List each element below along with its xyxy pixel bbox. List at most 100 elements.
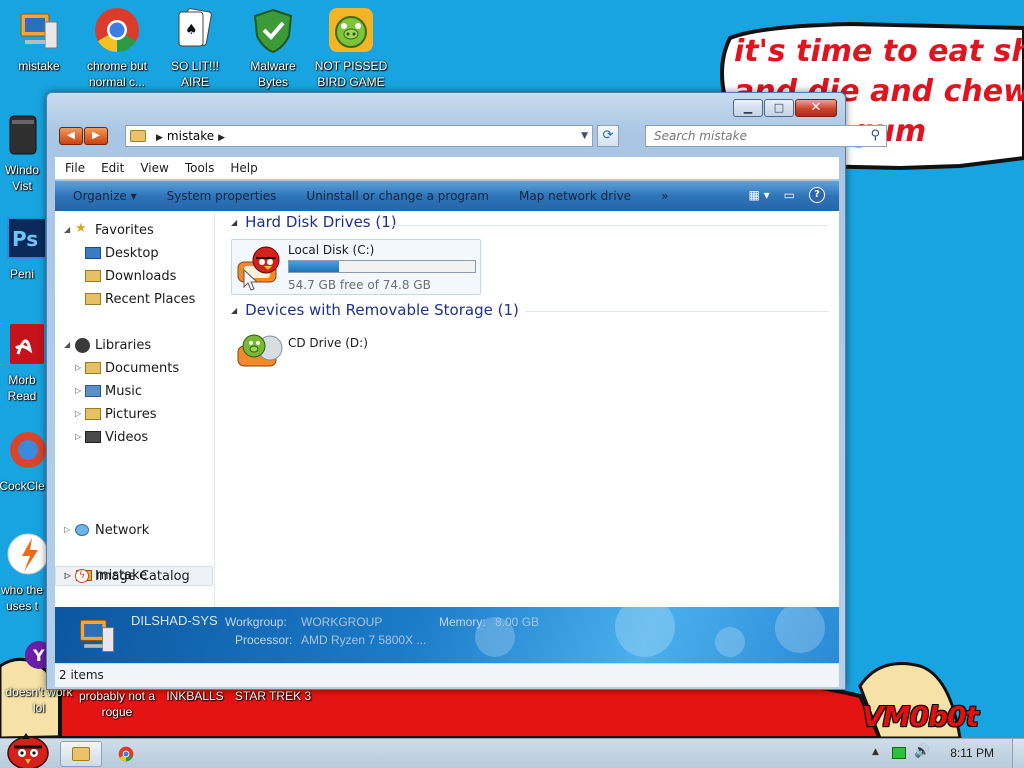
- breadcrumb-arrow-icon[interactable]: ▶: [156, 133, 163, 143]
- address-bar[interactable]: ▶ mistake ▶ ▼: [125, 125, 593, 147]
- expand-icon[interactable]: ▷: [75, 409, 81, 418]
- collapse-icon[interactable]: ◢: [231, 306, 237, 315]
- nav-favorites[interactable]: ◢ ★ Favorites: [55, 221, 213, 241]
- collapse-icon[interactable]: ◢: [64, 225, 70, 234]
- search-icon[interactable]: ⚲: [870, 128, 880, 143]
- search-box[interactable]: ⚲: [645, 125, 887, 147]
- system-properties-button[interactable]: System properties: [167, 189, 277, 203]
- refresh-icon: ⟳: [602, 128, 614, 143]
- taskbar-explorer-button[interactable]: [60, 741, 102, 767]
- organize-button[interactable]: Organize ▾: [73, 189, 137, 203]
- address-dropdown-icon[interactable]: ▼: [581, 131, 588, 141]
- tray-expand-icon[interactable]: ▲: [872, 747, 879, 757]
- nav-pictures[interactable]: ▷ Pictures: [55, 405, 213, 425]
- breadcrumb-arrow-icon[interactable]: ▶: [218, 133, 225, 143]
- uninstall-program-button[interactable]: Uninstall or change a program: [306, 189, 489, 203]
- desktop-icon-malwarebytes[interactable]: Malware Bytes: [234, 6, 312, 90]
- collapse-icon[interactable]: ◢: [231, 218, 237, 227]
- nav-image-catalog[interactable]: ▷ ϟ Image Catalog: [55, 567, 213, 587]
- memory-label: Memory:: [439, 615, 486, 629]
- videos-icon: [85, 431, 101, 443]
- caption-buttons: ▁ □ ✕: [733, 99, 837, 117]
- desktop-icon-pig-game[interactable]: NOT PISSED BIRD GAME: [312, 6, 390, 90]
- folder-icon: [72, 747, 90, 761]
- expand-icon[interactable]: ▷: [75, 386, 81, 395]
- nav-recent-places[interactable]: Recent Places: [55, 290, 213, 310]
- desktop-icon-rogue[interactable]: probably not a rogue: [78, 688, 156, 720]
- back-button[interactable]: ◀: [59, 127, 83, 145]
- start-button-icon[interactable]: [4, 731, 52, 768]
- status-bar: 2 items: [55, 663, 839, 687]
- more-commands-button[interactable]: »: [661, 189, 668, 203]
- content-pane: ◢ Hard Disk Drives (1) Local Disk (C:) 54…: [217, 211, 839, 607]
- group-header-removable[interactable]: ◢ Devices with Removable Storage (1): [231, 301, 519, 323]
- desktop-icon-reader[interactable]: Morb Read: [0, 320, 50, 404]
- desktop-icon-label: Malware Bytes: [250, 59, 296, 89]
- volume-icon[interactable]: 🔊: [914, 744, 930, 759]
- item-count: 2 items: [59, 668, 104, 682]
- pictures-icon: [85, 408, 101, 420]
- desktop-icon-photoshop[interactable]: Ps Peni: [0, 214, 50, 282]
- drive-name: CD Drive (D:): [288, 336, 368, 350]
- nav-music[interactable]: ▷ Music: [55, 382, 213, 402]
- network-icon: [75, 524, 89, 536]
- green-pig-icon: [327, 6, 375, 54]
- forward-button[interactable]: ▶: [84, 127, 108, 145]
- desktop-icon-chrome[interactable]: chrome but normal c...: [78, 6, 156, 90]
- desktop-icon-windows-vista[interactable]: Windo Vist: [0, 110, 50, 194]
- mouse-pointer-icon: [243, 269, 259, 291]
- drive-cd-d[interactable]: CD Drive (D:): [231, 325, 481, 373]
- map-network-drive-button[interactable]: Map network drive: [519, 189, 631, 203]
- search-input[interactable]: [654, 127, 864, 145]
- taskbar-chrome-button[interactable]: [106, 741, 148, 767]
- computer-icon: [80, 619, 114, 652]
- close-button[interactable]: ✕: [795, 99, 837, 117]
- maximize-button[interactable]: □: [764, 99, 794, 117]
- change-view-icon[interactable]: ▦ ▾: [748, 188, 769, 202]
- desktop-icon-inkballs[interactable]: INKBALLS: [156, 688, 234, 704]
- desktop-icon-solitaire[interactable]: ♠ SO LIT!!! AIRE: [156, 6, 234, 90]
- desktop-icon-flash[interactable]: who the uses t: [0, 530, 50, 614]
- collapse-icon[interactable]: ◢: [64, 340, 70, 349]
- photoshop-icon: Ps: [0, 214, 47, 262]
- help-icon[interactable]: ?: [809, 187, 825, 203]
- menu-file[interactable]: File: [65, 161, 85, 175]
- menu-bar: File Edit View Tools Help: [55, 157, 839, 179]
- nav-libraries[interactable]: ◢ Libraries: [55, 336, 213, 356]
- expand-icon[interactable]: ▷: [75, 363, 81, 372]
- minimize-button[interactable]: ▁: [733, 99, 763, 117]
- desktop-icon-label: Peni: [9, 267, 35, 281]
- nav-network[interactable]: ▷ Network: [55, 521, 213, 541]
- menu-tools[interactable]: Tools: [185, 161, 215, 175]
- nav-downloads[interactable]: Downloads: [55, 267, 213, 287]
- expand-icon[interactable]: ▷: [64, 525, 70, 534]
- menu-help[interactable]: Help: [230, 161, 257, 175]
- network-status-icon[interactable]: [892, 747, 906, 759]
- expand-icon[interactable]: ▷: [75, 432, 81, 441]
- details-pane: DILSHAD-SYS Workgroup: WORKGROUP Memory:…: [55, 607, 839, 663]
- desktop-icon-mistake[interactable]: mistake: [0, 6, 78, 74]
- desktop-icon-ccleaner[interactable]: CockCle: [0, 426, 50, 494]
- documents-icon: [85, 362, 101, 374]
- show-desktop-button[interactable]: [1012, 739, 1024, 768]
- recent-places-icon: [85, 293, 101, 305]
- nav-videos[interactable]: ▷ Videos: [55, 428, 213, 448]
- menu-view[interactable]: View: [140, 161, 168, 175]
- preview-pane-icon[interactable]: ▭: [784, 188, 795, 202]
- menu-edit[interactable]: Edit: [101, 161, 124, 175]
- refresh-button[interactable]: ⟳: [597, 125, 619, 147]
- downloads-folder-icon: [85, 270, 101, 282]
- desktop-icon-label: Windo Vist: [4, 163, 39, 193]
- nav-desktop[interactable]: Desktop: [55, 244, 213, 264]
- nav-documents[interactable]: ▷ Documents: [55, 359, 213, 379]
- desktop-icon-label: STAR TREK 3: [234, 689, 312, 703]
- clock[interactable]: 8:11 PM: [950, 746, 994, 760]
- breadcrumb-location[interactable]: mistake: [167, 129, 214, 143]
- drive-local-disk-c[interactable]: Local Disk (C:) 54.7 GB free of 74.8 GB: [231, 239, 481, 295]
- lightning-icon: ϟ: [75, 569, 89, 583]
- desktop-icon-label: mistake: [18, 59, 60, 73]
- expand-icon[interactable]: ▷: [64, 571, 70, 580]
- group-header-hard-disk[interactable]: ◢ Hard Disk Drives (1): [231, 213, 397, 235]
- shield-icon: [249, 6, 297, 54]
- desktop-icon-star-trek[interactable]: STAR TREK 3: [234, 688, 312, 704]
